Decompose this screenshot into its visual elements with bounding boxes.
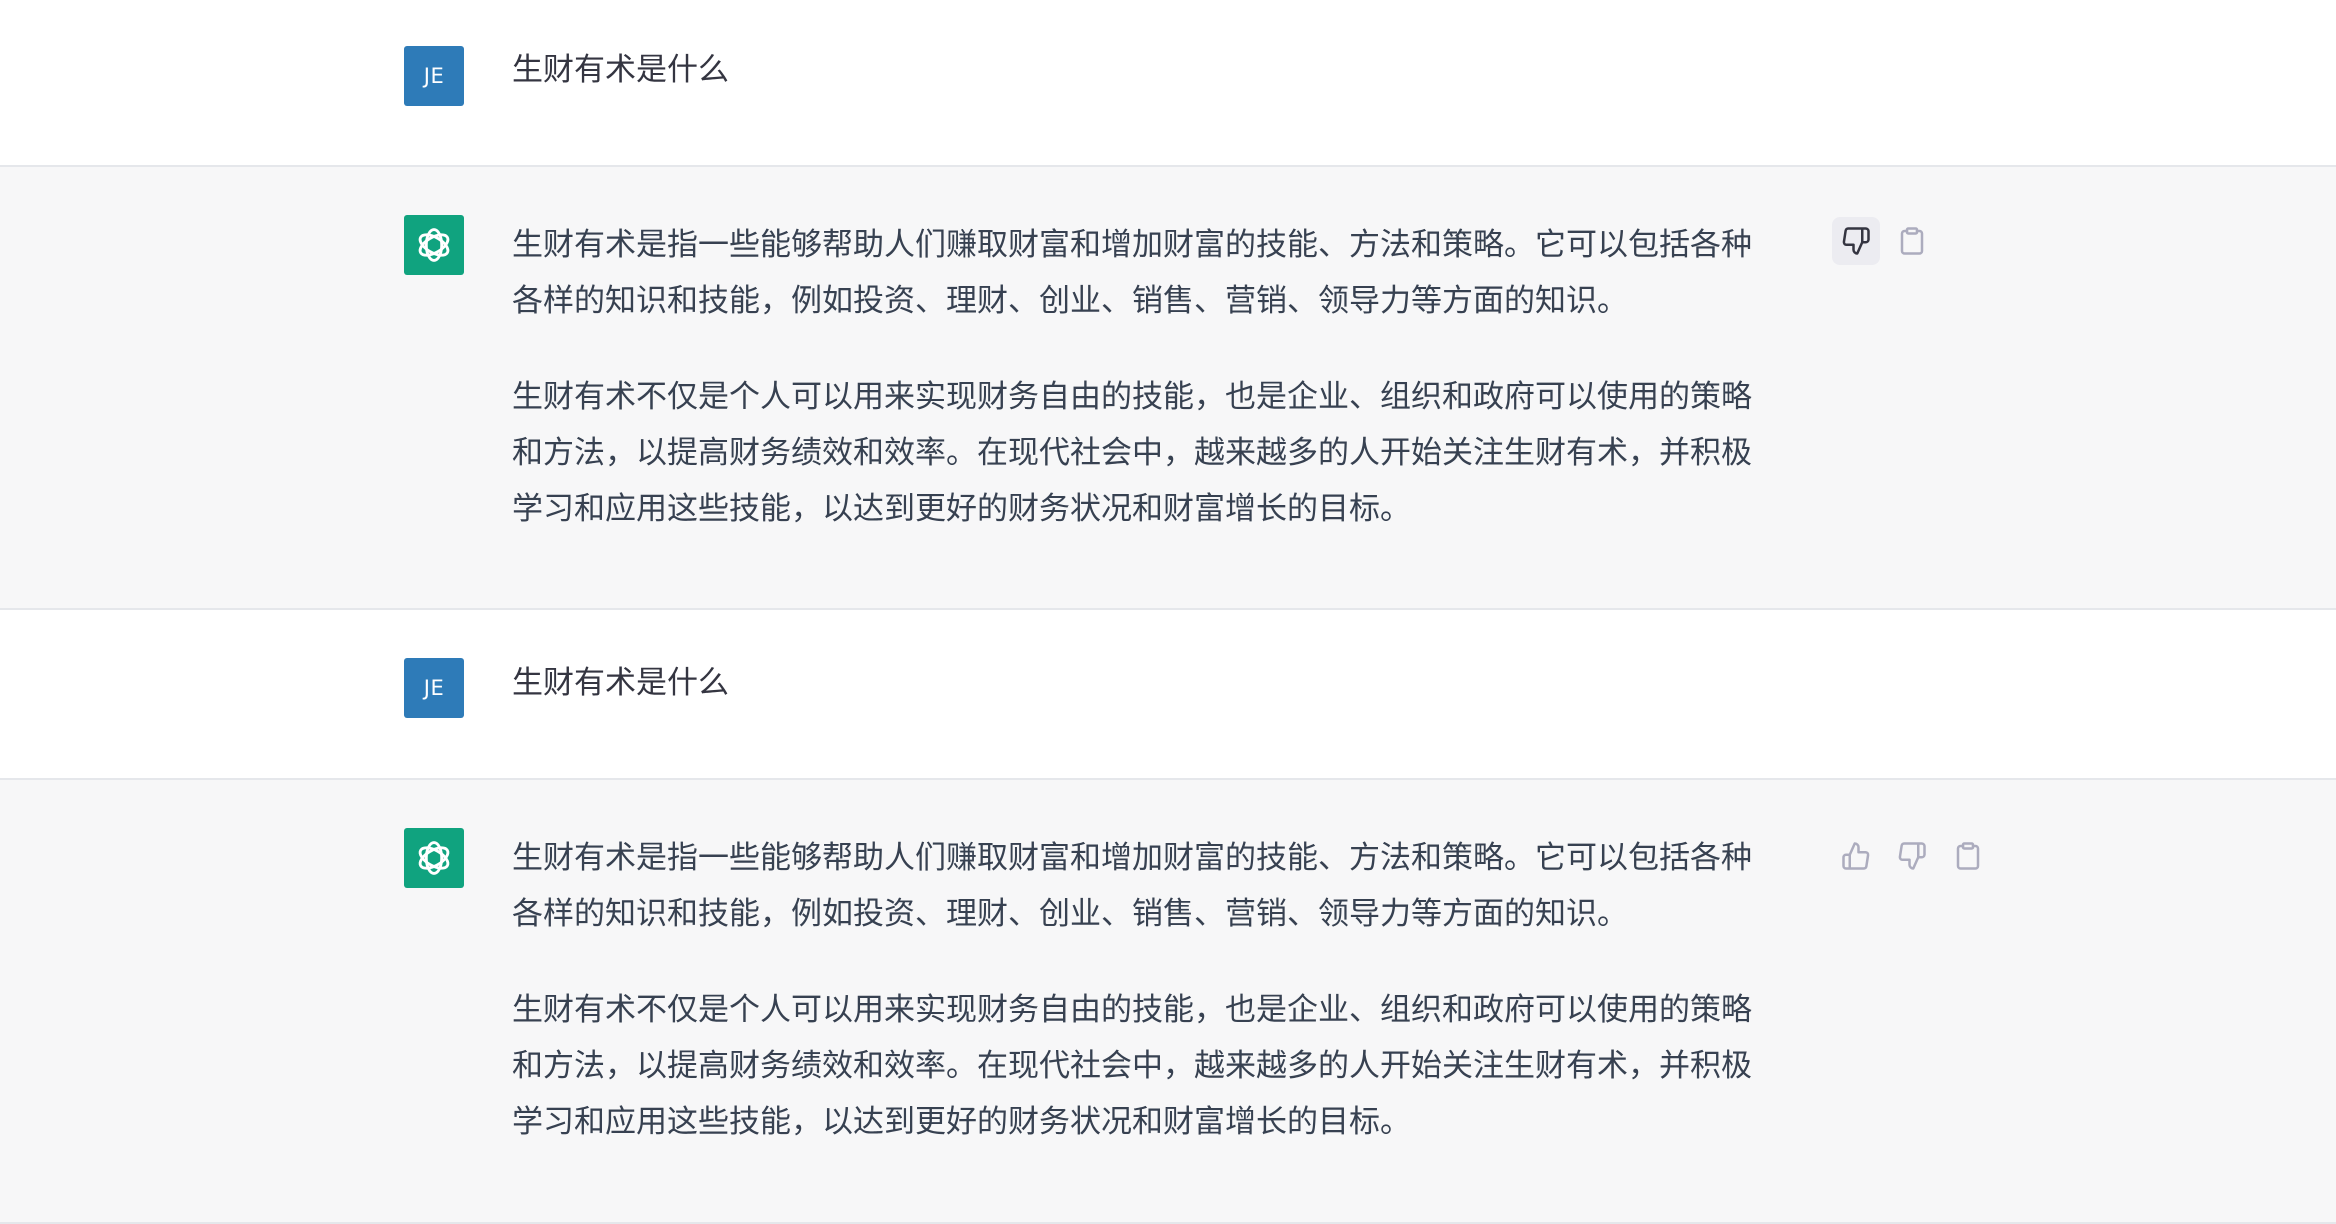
paragraph-line: 和方法，以提高财务绩效和效率。在现代社会中，越来越多的人开始关注生财有术，并积极: [512, 435, 1752, 471]
message-paragraph: 生财有术是指一些能够帮助人们赚取财富和增加财富的技能、方法和策略。它可以包括各种…: [512, 830, 1822, 942]
thumbs-down-icon: [1898, 842, 1926, 870]
message-paragraph: 生财有术不仅是个人可以用来实现财务自由的技能，也是企业、组织和政府可以使用的策略…: [512, 369, 1822, 537]
user-avatar: JE: [404, 46, 464, 106]
thumbs-down-button[interactable]: [1832, 217, 1880, 265]
clipboard-icon: [1900, 227, 1924, 255]
copy-button[interactable]: [1944, 832, 1992, 880]
paragraph-line: 各样的知识和技能，例如投资、理财、创业、销售、营销、领导力等方面的知识。: [512, 283, 1628, 319]
user-message-text: 生财有术是什么: [512, 665, 729, 701]
assistant-message: 生财有术是指一些能够帮助人们赚取财富和增加财富的技能、方法和策略。它可以包括各种…: [0, 167, 2336, 610]
openai-logo-icon: [418, 228, 450, 262]
paragraph-line: 生财有术是指一些能够帮助人们赚取财富和增加财富的技能、方法和策略。它可以包括各种: [512, 227, 1752, 263]
paragraph-line: 生财有术是指一些能够帮助人们赚取财富和增加财富的技能、方法和策略。它可以包括各种: [512, 840, 1752, 876]
thumbs-down-icon: [1842, 227, 1870, 255]
assistant-avatar: [404, 828, 464, 888]
copy-button[interactable]: [1888, 217, 1936, 265]
assistant-message-body: 生财有术是指一些能够帮助人们赚取财富和增加财富的技能、方法和策略。它可以包括各种…: [512, 217, 1822, 537]
avatar-initials: JE: [423, 676, 445, 700]
assistant-avatar: [404, 215, 464, 275]
message-actions: [1832, 832, 1992, 880]
assistant-message: 生财有术是指一些能够帮助人们赚取财富和增加财富的技能、方法和策略。它可以包括各种…: [0, 780, 2336, 1224]
message-paragraph: 生财有术是指一些能够帮助人们赚取财富和增加财富的技能、方法和策略。它可以包括各种…: [512, 217, 1822, 329]
paragraph-line: 学习和应用这些技能，以达到更好的财务状况和财富增长的目标。: [512, 491, 1411, 527]
thumbs-up-icon: [1842, 842, 1870, 870]
user-message: JE 生财有术是什么: [0, 610, 2336, 780]
paragraph-line: 各样的知识和技能，例如投资、理财、创业、销售、营销、领导力等方面的知识。: [512, 896, 1628, 932]
paragraph-line: 和方法，以提高财务绩效和效率。在现代社会中，越来越多的人开始关注生财有术，并积极: [512, 1048, 1752, 1084]
thumbs-up-button[interactable]: [1832, 832, 1880, 880]
avatar-initials: JE: [423, 64, 445, 88]
paragraph-line: 生财有术不仅是个人可以用来实现财务自由的技能，也是企业、组织和政府可以使用的策略: [512, 379, 1752, 415]
thumbs-down-button[interactable]: [1888, 832, 1936, 880]
message-actions: [1832, 217, 1936, 265]
user-message-text: 生财有术是什么: [512, 52, 729, 88]
user-avatar: JE: [404, 658, 464, 718]
openai-logo-icon: [418, 841, 450, 875]
paragraph-line: 学习和应用这些技能，以达到更好的财务状况和财富增长的目标。: [512, 1104, 1411, 1140]
conversation-thread: JE 生财有术是什么 生财有术是指一些能够帮助人们赚取财富和增加财富的技能、方法…: [0, 0, 2336, 1224]
message-paragraph: 生财有术不仅是个人可以用来实现财务自由的技能，也是企业、组织和政府可以使用的策略…: [512, 982, 1822, 1150]
assistant-message-body: 生财有术是指一些能够帮助人们赚取财富和增加财富的技能、方法和策略。它可以包括各种…: [512, 830, 1822, 1150]
paragraph-line: 生财有术不仅是个人可以用来实现财务自由的技能，也是企业、组织和政府可以使用的策略: [512, 992, 1752, 1028]
user-message: JE 生财有术是什么: [0, 0, 2336, 167]
clipboard-icon: [1956, 842, 1980, 870]
